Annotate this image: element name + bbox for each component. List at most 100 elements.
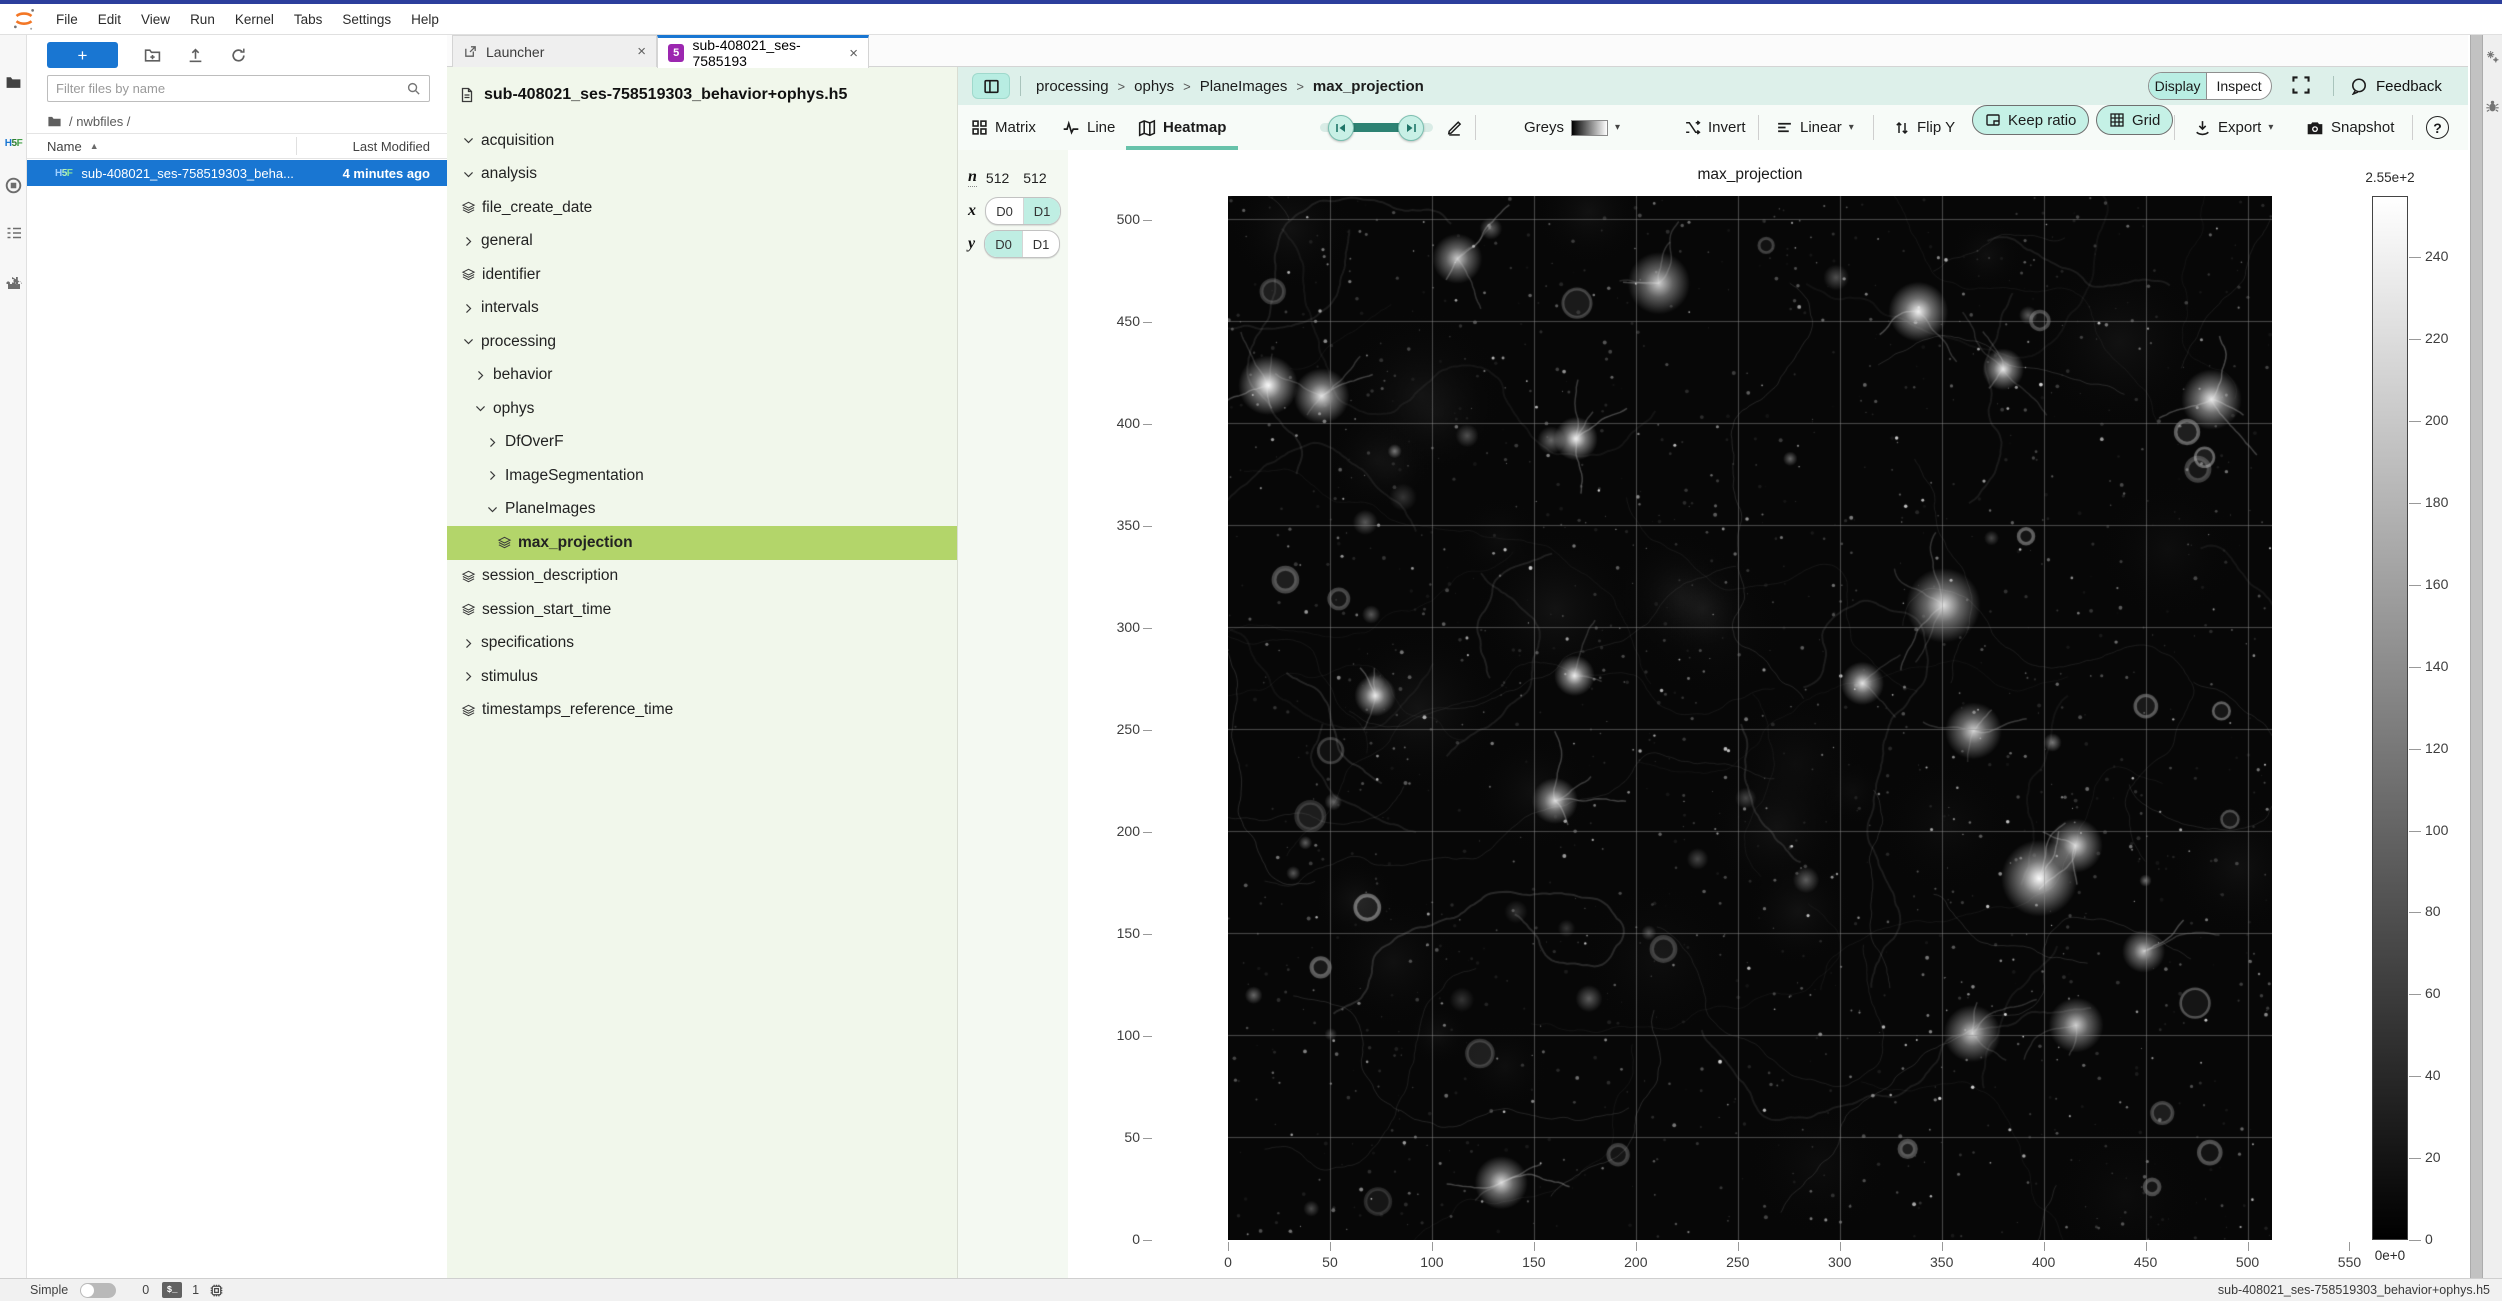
tree-item-timestamps_reference_time[interactable]: timestamps_reference_time	[447, 694, 958, 728]
slider-min-handle[interactable]	[1328, 115, 1354, 141]
tree-item-PlaneImages[interactable]: PlaneImages	[447, 493, 958, 527]
refresh-button[interactable]	[230, 47, 247, 64]
tree-item-file_create_date[interactable]: file_create_date	[447, 191, 958, 225]
display-mode-button[interactable]: Display	[2149, 73, 2206, 99]
colorbar-tick-label: 120	[2425, 740, 2448, 756]
property-inspector-tab-icon[interactable]	[2484, 48, 2501, 65]
tab-h5-file[interactable]: 5 sub-408021_ses-7585193 ×	[657, 35, 869, 68]
file-browser-tab-icon[interactable]	[4, 73, 23, 92]
camera-icon	[2306, 119, 2324, 137]
heatmap-image[interactable]	[1228, 196, 2272, 1240]
debugger-tab-icon[interactable]	[2484, 98, 2501, 115]
new-folder-button[interactable]	[144, 47, 161, 64]
kernel-count: 1	[192, 1283, 199, 1297]
x-d1-button[interactable]: D1	[1023, 198, 1060, 224]
breadcrumb-PlaneImages[interactable]: PlaneImages	[1200, 78, 1288, 95]
kernel-chip-icon[interactable]	[209, 1283, 224, 1298]
hdf5-browser-tab-icon[interactable]: H5F	[4, 134, 23, 153]
menu-edit[interactable]: Edit	[88, 4, 131, 35]
running-kernels-tab-icon[interactable]	[4, 176, 23, 195]
breadcrumb-ophys[interactable]: ophys	[1134, 78, 1174, 95]
edit-domain-button[interactable]	[1446, 105, 1463, 150]
y-tick-mark	[1143, 322, 1152, 323]
domain-slider[interactable]	[1320, 105, 1433, 150]
tree-item-analysis[interactable]: analysis	[447, 158, 958, 192]
new-launcher-button[interactable]: +	[47, 42, 118, 68]
divider	[1020, 76, 1021, 96]
chevron-down-icon[interactable]	[473, 402, 487, 415]
tree-item-behavior[interactable]: behavior	[447, 359, 958, 393]
menu-help[interactable]: Help	[401, 4, 449, 35]
menu-run[interactable]: Run	[180, 4, 225, 35]
extensions-tab-icon[interactable]	[4, 273, 23, 292]
tree-item-stimulus[interactable]: stimulus	[447, 660, 958, 694]
upload-button[interactable]	[187, 47, 204, 64]
slider-max-handle[interactable]	[1398, 115, 1424, 141]
file-row-selected[interactable]: H5F sub-408021_ses-758519303_beha... 4 m…	[27, 160, 447, 186]
download-icon	[2194, 119, 2211, 136]
chevron-down-icon[interactable]	[461, 335, 475, 348]
keep-ratio-toggle[interactable]: Keep ratio	[1972, 105, 2089, 135]
chevron-right-icon[interactable]	[485, 436, 499, 449]
tree-item-DfOverF[interactable]: DfOverF	[447, 426, 958, 460]
tree-item-max_projection[interactable]: max_projection	[447, 526, 958, 560]
menu-kernel[interactable]: Kernel	[225, 4, 284, 35]
vis-tab-matrix[interactable]: Matrix	[971, 105, 1036, 150]
file-browser-breadcrumb[interactable]: / nwbfiles /	[47, 109, 130, 133]
chevron-right-icon[interactable]	[461, 302, 475, 315]
chevron-down-icon[interactable]	[461, 134, 475, 147]
feedback-button[interactable]: Feedback	[2350, 67, 2442, 105]
chevron-right-icon[interactable]	[461, 637, 475, 650]
tree-item-specifications[interactable]: specifications	[447, 627, 958, 661]
column-modified-header[interactable]: Last Modified	[297, 139, 447, 154]
y-tick-mark	[1143, 526, 1152, 527]
inspect-mode-button[interactable]: Inspect	[2206, 73, 2271, 99]
fullscreen-button[interactable]	[2290, 74, 2312, 96]
chevron-down-icon[interactable]	[485, 503, 499, 516]
chevron-down-icon[interactable]	[461, 168, 475, 181]
menu-view[interactable]: View	[131, 4, 180, 35]
menu-tabs[interactable]: Tabs	[284, 4, 333, 35]
tree-item-label: session_start_time	[482, 601, 611, 619]
chevron-right-icon[interactable]	[461, 235, 475, 248]
snapshot-button[interactable]: Snapshot	[2306, 105, 2394, 150]
vis-tab-heatmap[interactable]: Heatmap	[1138, 105, 1226, 150]
grid-toggle[interactable]: Grid	[2096, 105, 2173, 135]
chevron-right-icon[interactable]	[485, 469, 499, 482]
scale-selector[interactable]: Linear ▾	[1776, 105, 1854, 150]
breadcrumb-processing[interactable]: processing	[1036, 78, 1109, 95]
menu-file[interactable]: File	[46, 4, 88, 35]
tree-item-processing[interactable]: processing	[447, 325, 958, 359]
tree-item-intervals[interactable]: intervals	[447, 292, 958, 326]
tab-close-icon[interactable]: ×	[849, 45, 858, 62]
column-name-header[interactable]: Name ▲	[47, 139, 282, 154]
tree-item-identifier[interactable]: identifier	[447, 258, 958, 292]
chevron-right-icon[interactable]	[473, 369, 487, 382]
scrollbar[interactable]	[2470, 35, 2483, 1278]
tree-item-ImageSegmentation[interactable]: ImageSegmentation	[447, 459, 958, 493]
menu-settings[interactable]: Settings	[332, 4, 401, 35]
x-d0-button[interactable]: D0	[986, 198, 1023, 224]
invert-colormap-button[interactable]: Invert	[1684, 105, 1746, 150]
help-button[interactable]: ?	[2426, 105, 2449, 150]
tree-item-session_start_time[interactable]: session_start_time	[447, 593, 958, 627]
colormap-selector[interactable]: Greys ▾	[1524, 105, 1620, 150]
right-activity-bar	[2483, 35, 2502, 1278]
table-of-contents-tab-icon[interactable]	[4, 223, 23, 242]
y-d1-button[interactable]: D1	[1022, 231, 1059, 257]
simple-mode-toggle[interactable]	[80, 1283, 116, 1298]
tree-item-session_description[interactable]: session_description	[447, 560, 958, 594]
file-filter-input[interactable]	[48, 81, 406, 96]
sidebar-toggle-button[interactable]	[972, 73, 1010, 99]
export-button[interactable]: Export ▾	[2194, 105, 2273, 150]
tree-item-general[interactable]: general	[447, 225, 958, 259]
tab-launcher[interactable]: Launcher ×	[452, 35, 657, 67]
vis-tab-line[interactable]: Line	[1062, 105, 1115, 150]
tree-item-ophys[interactable]: ophys	[447, 392, 958, 426]
flip-y-button[interactable]: Flip Y	[1894, 105, 1955, 150]
terminal-icon[interactable]: $_	[162, 1282, 182, 1298]
chevron-right-icon[interactable]	[461, 670, 475, 683]
tree-item-acquisition[interactable]: acquisition	[447, 124, 958, 158]
tab-close-icon[interactable]: ×	[637, 43, 646, 60]
y-d0-button[interactable]: D0	[985, 231, 1022, 257]
